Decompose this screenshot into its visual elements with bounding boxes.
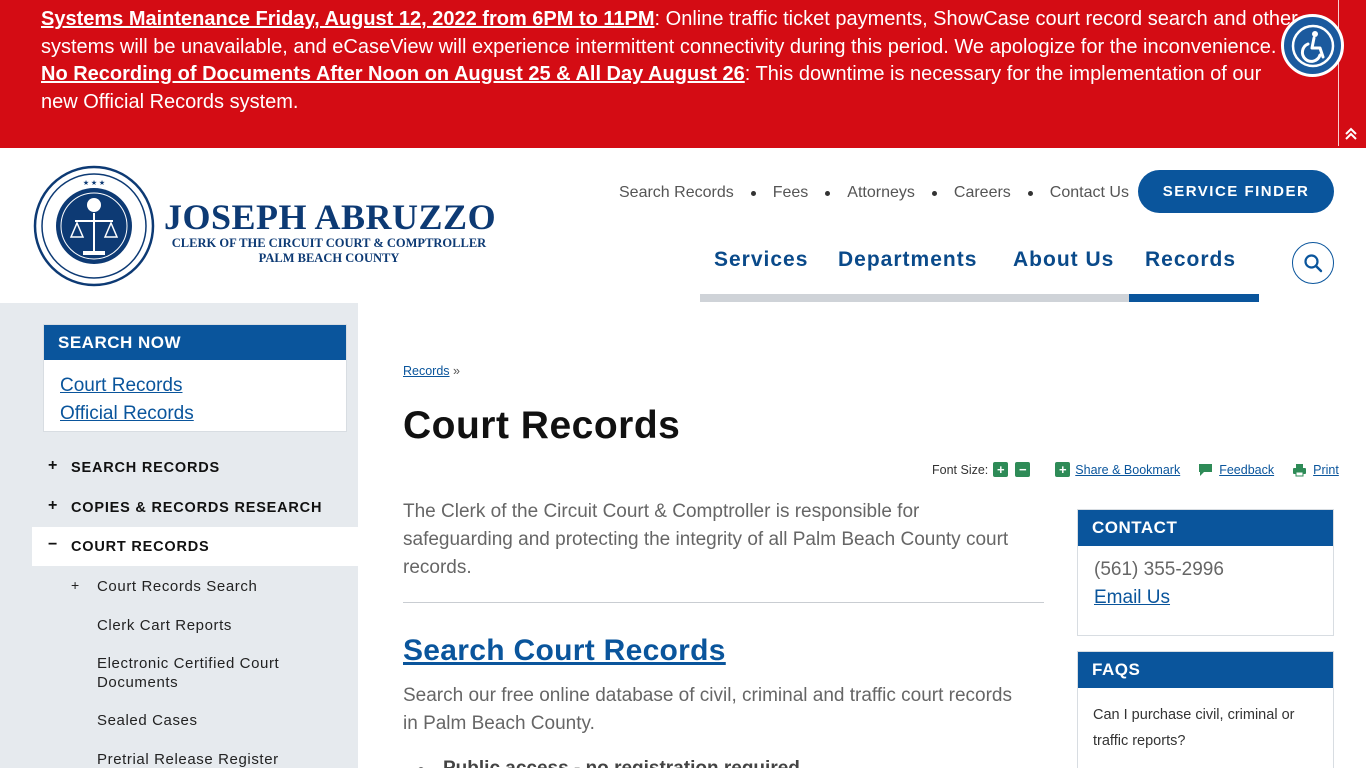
sidebar-item-label: COURT RECORDS bbox=[71, 539, 210, 555]
chevron-up-icon[interactable] bbox=[1344, 126, 1358, 140]
clerk-name[interactable]: JOSEPH ABRUZZO bbox=[164, 198, 496, 236]
subnav-pretrial-release-register[interactable]: Pretrial Release Register bbox=[97, 750, 327, 768]
page-title: Court Records bbox=[403, 404, 681, 447]
alert-text: Systems Maintenance Friday, August 12, 2… bbox=[41, 6, 1303, 116]
nav-separator bbox=[931, 190, 937, 196]
share-bookmark-link[interactable]: Share & Bookmark bbox=[1075, 463, 1180, 477]
alert-divider bbox=[1338, 0, 1339, 146]
breadcrumb: Records » bbox=[403, 364, 460, 378]
nav-records[interactable]: Records bbox=[1145, 248, 1236, 272]
contact-title: CONTACT bbox=[1078, 510, 1333, 546]
maintenance-alert-link[interactable]: Systems Maintenance Friday, August 12, 2… bbox=[41, 8, 655, 30]
sidebar-item-label: COPIES & RECORDS RESEARCH bbox=[71, 500, 323, 516]
clerk-title: CLERK OF THE CIRCUIT COURT & COMPTROLLER… bbox=[167, 236, 491, 266]
feedback-icon bbox=[1199, 463, 1213, 476]
clerk-title-line1: CLERK OF THE CIRCUIT COURT & COMPTROLLER bbox=[171, 236, 487, 250]
subnav-electronic-certified-documents[interactable]: Electronic Certified Court Documents bbox=[97, 654, 327, 692]
faq-question-link[interactable]: Can I purchase civil, criminal or traffi… bbox=[1093, 702, 1319, 754]
nav-separator bbox=[1027, 190, 1033, 196]
recording-alert-link[interactable]: No Recording of Documents After Noon on … bbox=[41, 63, 745, 85]
county-seal-logo[interactable]: ★ ★ ★ bbox=[33, 165, 155, 287]
nav-services[interactable]: Services bbox=[714, 248, 808, 272]
contact-email-link[interactable]: Email Us bbox=[1094, 584, 1333, 612]
nav-departments[interactable]: Departments bbox=[838, 248, 977, 272]
utility-link-search-records[interactable]: Search Records bbox=[619, 184, 734, 202]
faqs-title: FAQS bbox=[1078, 652, 1333, 688]
search-now-official-records-link[interactable]: Official Records bbox=[60, 400, 346, 428]
feedback-link[interactable]: Feedback bbox=[1219, 463, 1274, 477]
clerk-title-line2: PALM BEACH COUNTY bbox=[258, 251, 400, 265]
collapse-icon: − bbox=[48, 536, 59, 553]
breadcrumb-records-link[interactable]: Records bbox=[403, 364, 450, 378]
list-item: Public access - no registration required bbox=[443, 758, 800, 768]
utility-link-attorneys[interactable]: Attorneys bbox=[847, 184, 915, 202]
search-court-records-heading-link[interactable]: Search Court Records bbox=[403, 634, 726, 668]
service-finder-button[interactable]: SERVICE FINDER bbox=[1138, 170, 1334, 213]
font-increase-button[interactable]: + bbox=[993, 462, 1009, 477]
contact-phone[interactable]: (561) 355-2996 bbox=[1094, 556, 1333, 584]
svg-text:★ ★ ★: ★ ★ ★ bbox=[83, 179, 105, 187]
sidebar-item-copies-records-research[interactable]: + COPIES & RECORDS RESEARCH bbox=[32, 497, 358, 519]
search-icon bbox=[1304, 254, 1323, 273]
page-toolbar: Font Size: + − + Share & Bookmark Feedba… bbox=[932, 462, 1339, 477]
subnav-court-records-search[interactable]: Court Records Search bbox=[97, 577, 327, 596]
print-link[interactable]: Print bbox=[1313, 463, 1339, 477]
nav-active-indicator bbox=[1129, 294, 1259, 302]
print-icon bbox=[1293, 463, 1307, 476]
faqs-box: FAQS Can I purchase civil, criminal or t… bbox=[1077, 651, 1334, 768]
utility-link-fees[interactable]: Fees bbox=[773, 184, 809, 202]
search-now-box: SEARCH NOW Court Records Official Record… bbox=[43, 324, 347, 432]
utility-nav: Search Records Fees Attorneys Careers Co… bbox=[619, 184, 1129, 202]
nav-about-us[interactable]: About Us bbox=[1013, 248, 1114, 272]
sidebar-item-court-records[interactable]: − COURT RECORDS bbox=[32, 527, 358, 566]
intro-paragraph: The Clerk of the Circuit Court & Comptro… bbox=[403, 501, 1009, 578]
subnav-clerk-cart-reports[interactable]: Clerk Cart Reports bbox=[97, 616, 327, 635]
font-decrease-button[interactable]: − bbox=[1015, 462, 1031, 477]
share-icon: + bbox=[1055, 462, 1071, 477]
utility-link-careers[interactable]: Careers bbox=[954, 184, 1011, 202]
accessibility-icon bbox=[1291, 24, 1334, 67]
subnav-sealed-cases[interactable]: Sealed Cases bbox=[97, 711, 327, 730]
search-court-records-description: Search our free online database of civil… bbox=[403, 685, 1013, 734]
accessibility-button[interactable] bbox=[1281, 14, 1344, 77]
content-divider bbox=[403, 602, 1044, 603]
expand-icon: + bbox=[48, 497, 59, 514]
nav-underline-bar bbox=[700, 294, 1129, 302]
contact-box: CONTACT (561) 355-2996 Email Us bbox=[1077, 509, 1334, 636]
nav-separator bbox=[825, 190, 831, 196]
nav-separator bbox=[750, 190, 756, 196]
expand-icon: + bbox=[48, 457, 59, 474]
utility-link-contact-us[interactable]: Contact Us bbox=[1050, 184, 1129, 202]
expand-icon: + bbox=[71, 577, 80, 593]
sidebar-item-search-records[interactable]: + SEARCH RECORDS bbox=[32, 457, 358, 479]
breadcrumb-separator: » bbox=[453, 364, 460, 378]
font-size-label: Font Size: bbox=[932, 462, 989, 477]
alert-banner: Systems Maintenance Friday, August 12, 2… bbox=[0, 0, 1366, 148]
search-now-title: SEARCH NOW bbox=[44, 325, 346, 360]
site-search-button[interactable] bbox=[1292, 242, 1334, 284]
search-now-court-records-link[interactable]: Court Records bbox=[60, 372, 346, 400]
sidebar-item-label: SEARCH RECORDS bbox=[71, 460, 220, 476]
